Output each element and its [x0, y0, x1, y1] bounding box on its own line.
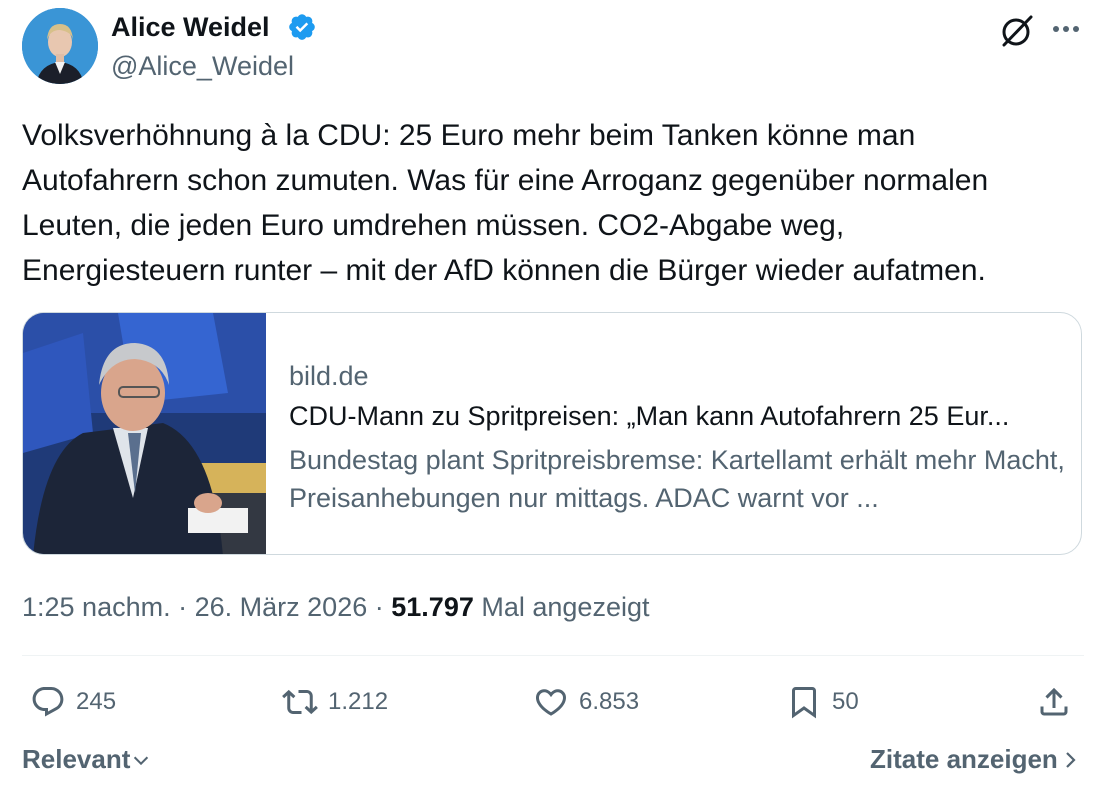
repost-count: 1.212	[328, 688, 389, 715]
tweet-text: Volksverhöhnung à la CDU: 25 Euro mehr b…	[22, 119, 989, 287]
link-card[interactable]: bild.de CDU-Mann zu Spritpreisen: „Man k…	[22, 312, 1082, 555]
card-description: Bundestag plant Spritpreisbremse: Kartel…	[289, 445, 1065, 513]
share-button[interactable]	[1036, 680, 1082, 724]
card-domain: bild.de	[289, 361, 369, 391]
separator: ·	[178, 592, 188, 622]
tweet-time[interactable]: 1:25 nachm.	[22, 592, 171, 622]
bookmark-count: 50	[832, 688, 859, 715]
grok-icon[interactable]	[998, 12, 1036, 50]
card-image	[23, 313, 266, 554]
share-icon	[1040, 687, 1068, 716]
like-icon	[535, 689, 567, 716]
repost-icon	[282, 689, 318, 715]
author-name[interactable]: Alice Weidel	[111, 10, 270, 44]
bookmark-button[interactable]: 50	[786, 680, 859, 724]
reply-count: 245	[76, 688, 117, 715]
separator: ·	[374, 592, 384, 622]
repost-button[interactable]: 1.212	[282, 680, 388, 724]
avatar[interactable]	[22, 8, 98, 84]
reply-icon	[32, 687, 64, 717]
views-count: 51.797	[391, 592, 474, 622]
sort-label: Relevant	[22, 744, 131, 774]
chevron-down-icon	[134, 756, 149, 765]
more-icon[interactable]	[1048, 14, 1084, 44]
view-quotes-link[interactable]: Zitate anzeigen	[870, 744, 1082, 775]
views-label: Mal angezeigt	[481, 592, 650, 622]
card-title: CDU-Mann zu Spritpreisen: „Man kann Auto…	[289, 401, 1010, 431]
quotes-label: Zitate anzeigen	[870, 744, 1058, 774]
sort-relevant-dropdown[interactable]: Relevant	[22, 744, 152, 775]
bookmark-icon	[792, 687, 816, 719]
author-handle[interactable]: @Alice_Weidel	[111, 49, 294, 83]
like-button[interactable]: 6.853	[533, 680, 639, 724]
divider	[22, 655, 1084, 656]
reply-button[interactable]: 245	[30, 680, 116, 724]
tweet-date[interactable]: 26. März 2026	[195, 592, 368, 622]
like-count: 6.853	[579, 688, 640, 715]
tweet-meta: 1:25 nachm. · 26. März 2026 · 51.797 Mal…	[22, 590, 649, 624]
chevron-right-icon	[1066, 751, 1076, 768]
verified-badge-icon[interactable]	[287, 12, 317, 42]
avatar-image	[22, 8, 98, 84]
